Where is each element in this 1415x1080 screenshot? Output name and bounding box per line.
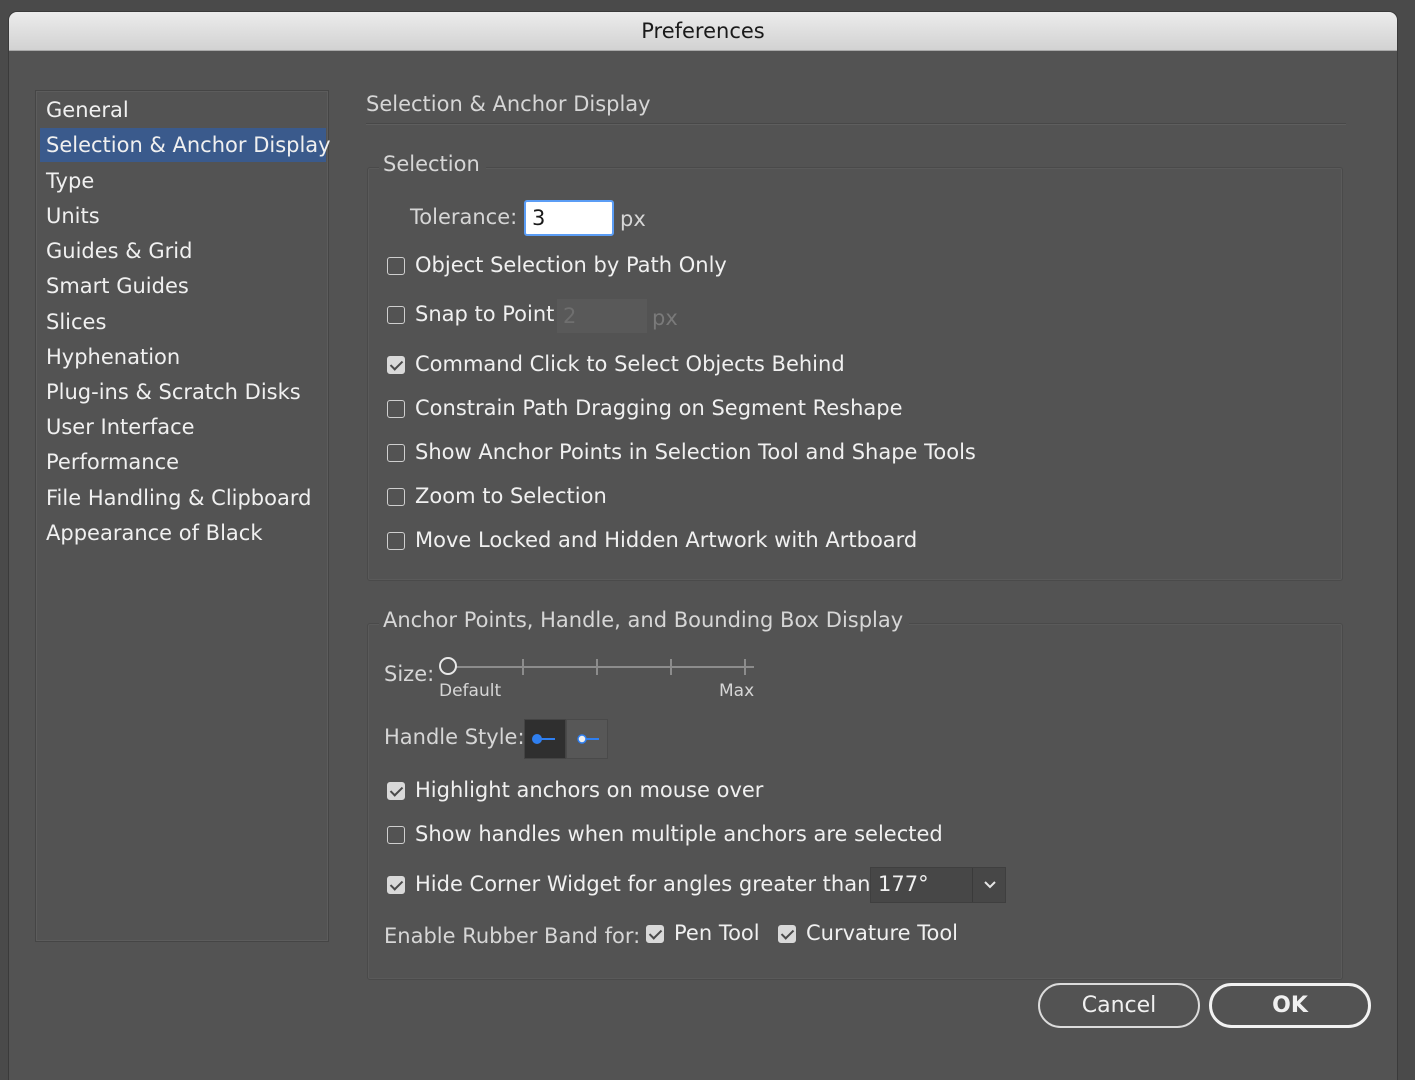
sidebar-item-general[interactable]: General bbox=[40, 93, 326, 127]
anchor-display-group-title: Anchor Points, Handle, and Bounding Box … bbox=[379, 608, 910, 632]
sidebar-item-file-handling-clipboard[interactable]: File Handling & Clipboard bbox=[40, 481, 326, 515]
show-anchor-points-checkbox[interactable] bbox=[387, 444, 405, 462]
pen-tool-label: Pen Tool bbox=[674, 921, 760, 945]
preferences-window: Preferences General Selection & Anchor D… bbox=[9, 12, 1397, 1080]
size-slider-tick bbox=[744, 659, 746, 675]
handle-style-solid-button[interactable] bbox=[524, 719, 566, 759]
sidebar-item-appearance-of-black[interactable]: Appearance of Black bbox=[40, 516, 326, 550]
snap-to-point-label: Snap to Point bbox=[415, 302, 555, 326]
tolerance-unit: px bbox=[620, 207, 646, 231]
handle-style-label: Handle Style: bbox=[384, 725, 525, 749]
sidebar-item-units[interactable]: Units bbox=[40, 199, 326, 233]
sidebar-item-guides-grid[interactable]: Guides & Grid bbox=[40, 234, 326, 268]
curvature-tool-label: Curvature Tool bbox=[806, 921, 959, 945]
show-handles-label: Show handles when multiple anchors are s… bbox=[415, 822, 943, 846]
preferences-sidebar: General Selection & Anchor Display Type … bbox=[35, 90, 331, 942]
handle-hollow-icon bbox=[577, 734, 599, 744]
pane-title: Selection & Anchor Display bbox=[366, 92, 651, 116]
constrain-path-label: Constrain Path Dragging on Segment Resha… bbox=[415, 396, 903, 420]
pen-tool-checkbox[interactable] bbox=[646, 925, 664, 943]
hide-corner-widget-label: Hide Corner Widget for angles greater th… bbox=[415, 872, 878, 896]
sidebar-item-performance[interactable]: Performance bbox=[40, 445, 326, 479]
handle-solid-icon bbox=[532, 734, 555, 744]
show-anchor-points-label: Show Anchor Points in Selection Tool and… bbox=[415, 440, 976, 464]
size-slider-tick bbox=[596, 659, 598, 675]
snap-to-point-unit: px bbox=[652, 306, 678, 330]
sidebar-item-slices[interactable]: Slices bbox=[40, 305, 326, 339]
corner-angle-value: 177° bbox=[878, 872, 929, 896]
handle-style-hollow-button[interactable] bbox=[566, 719, 608, 759]
hide-corner-widget-checkbox[interactable] bbox=[387, 876, 405, 894]
sidebar-item-hyphenation[interactable]: Hyphenation bbox=[40, 340, 326, 374]
tolerance-label: Tolerance: bbox=[410, 205, 518, 229]
chevron-down-icon[interactable] bbox=[981, 876, 999, 894]
rubber-band-label: Enable Rubber Band for: bbox=[384, 924, 641, 948]
sidebar-item-smart-guides[interactable]: Smart Guides bbox=[40, 269, 326, 303]
zoom-to-selection-label: Zoom to Selection bbox=[415, 484, 607, 508]
highlight-anchors-checkbox[interactable] bbox=[387, 782, 405, 800]
size-label: Size: bbox=[384, 662, 435, 686]
size-slider-tick bbox=[670, 659, 672, 675]
size-slider-track[interactable] bbox=[454, 666, 754, 668]
zoom-to-selection-checkbox[interactable] bbox=[387, 488, 405, 506]
object-selection-by-path-checkbox[interactable] bbox=[387, 257, 405, 275]
move-locked-checkbox[interactable] bbox=[387, 532, 405, 550]
sidebar-item-plugins-scratch-disks[interactable]: Plug-ins & Scratch Disks bbox=[40, 375, 326, 409]
sidebar-item-user-interface[interactable]: User Interface bbox=[40, 410, 326, 444]
window-title: Preferences bbox=[641, 19, 765, 43]
pane-divider bbox=[366, 123, 1346, 125]
highlight-anchors-label: Highlight anchors on mouse over bbox=[415, 778, 764, 802]
move-locked-label: Move Locked and Hidden Artwork with Artb… bbox=[415, 528, 918, 552]
window-titlebar[interactable]: Preferences bbox=[9, 12, 1397, 51]
sidebar-item-type[interactable]: Type bbox=[40, 164, 326, 198]
command-click-label: Command Click to Select Objects Behind bbox=[415, 352, 845, 376]
command-click-checkbox[interactable] bbox=[387, 356, 405, 374]
corner-angle-dropdown[interactable]: 177° bbox=[870, 867, 1006, 903]
show-handles-checkbox[interactable] bbox=[387, 826, 405, 844]
snap-to-point-input[interactable] bbox=[557, 299, 647, 333]
dropdown-divider bbox=[972, 868, 973, 902]
selection-group-title: Selection bbox=[379, 152, 486, 176]
object-selection-by-path-label: Object Selection by Path Only bbox=[415, 253, 727, 277]
tolerance-input[interactable] bbox=[524, 200, 614, 236]
cancel-button[interactable]: Cancel bbox=[1038, 983, 1200, 1028]
size-min-label: Default bbox=[439, 681, 502, 701]
size-max-label: Max bbox=[719, 681, 755, 701]
sidebar-item-selection-anchor-display[interactable]: Selection & Anchor Display bbox=[40, 128, 331, 162]
size-slider-thumb[interactable] bbox=[439, 657, 457, 675]
ok-button[interactable]: OK bbox=[1209, 983, 1371, 1028]
size-slider-tick bbox=[522, 659, 524, 675]
curvature-tool-checkbox[interactable] bbox=[778, 925, 796, 943]
snap-to-point-checkbox[interactable] bbox=[387, 306, 405, 324]
constrain-path-checkbox[interactable] bbox=[387, 400, 405, 418]
